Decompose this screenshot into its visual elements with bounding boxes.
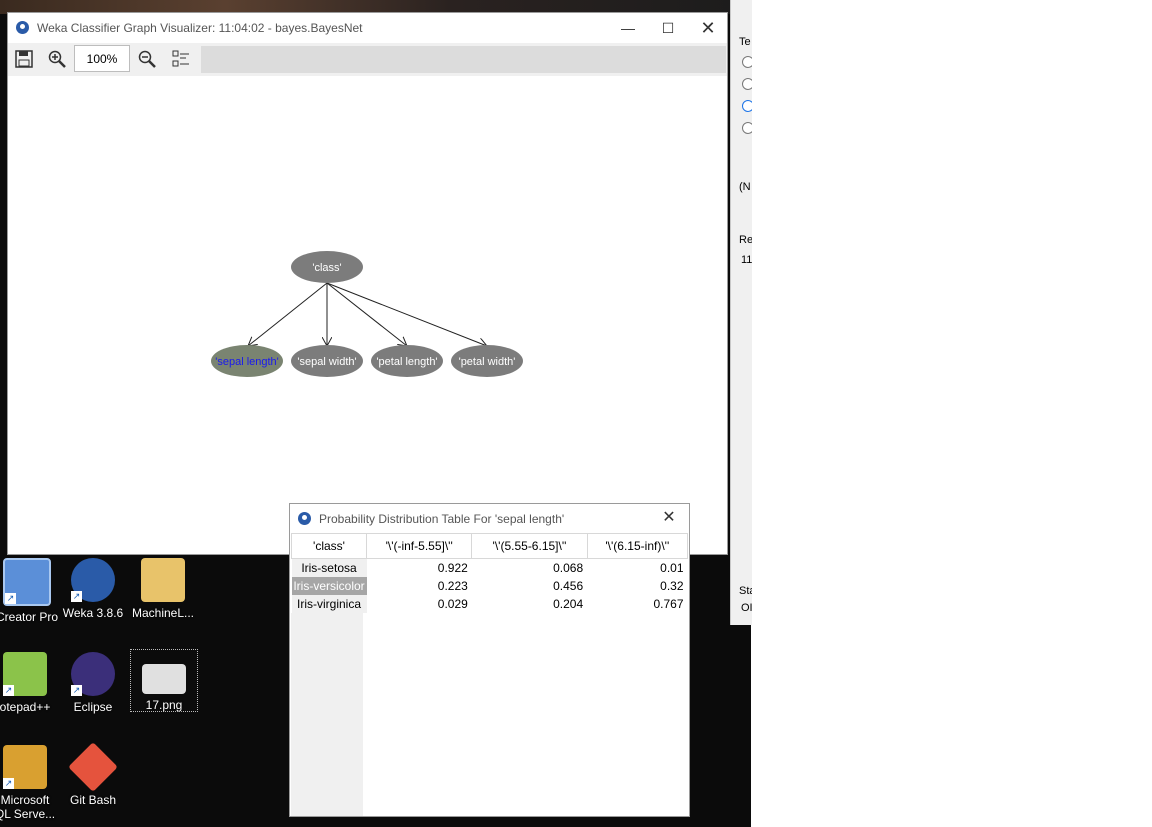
- title-bar[interactable]: Probability Distribution Table For 'sepa…: [290, 504, 689, 532]
- back-window-text: Te: [739, 36, 751, 48]
- icon-label: 17.png: [145, 698, 183, 712]
- table-cell: 0.01: [660, 561, 684, 575]
- row-label: Iris-setosa: [291, 558, 367, 577]
- table-cell: 0.32: [660, 579, 684, 593]
- weka-app-icon: [16, 21, 29, 34]
- node-class-label: 'class': [312, 262, 341, 274]
- column-header[interactable]: '\'(6.15-inf)\'': [586, 533, 689, 559]
- creator-pro-shortcut[interactable]: ↗ Creator Pro: [0, 558, 60, 624]
- git-bash-icon: [68, 742, 118, 792]
- zoom-out-icon[interactable]: [135, 47, 159, 71]
- column-header[interactable]: '\'(5.55-6.15]\'': [471, 533, 588, 559]
- edge-class-petal-width: [326, 282, 487, 346]
- edge-class-sepal-length: [248, 282, 328, 346]
- probability-table: 'class' '\'(-inf-5.55]\'' '\'(5.55-6.15]…: [291, 533, 689, 613]
- title-bar[interactable]: Weka Classifier Graph Visualizer: 11:04:…: [8, 13, 727, 43]
- node-class[interactable]: 'class': [291, 251, 363, 283]
- jc-app-icon: ↗: [3, 558, 51, 606]
- table-row[interactable]: Iris-virginica 0.029 0.204 0.767: [291, 595, 688, 613]
- close-button[interactable]: ✕: [649, 504, 689, 532]
- edge-class-petal-length: [326, 282, 407, 346]
- weka-bird-icon: ↗: [71, 558, 115, 602]
- image-thumbnail-icon: [142, 664, 186, 694]
- icon-label: Creator Pro: [0, 610, 59, 624]
- zoom-in-icon[interactable]: [45, 47, 69, 71]
- table-row[interactable]: Iris-versicolor 0.223 0.456 0.32: [291, 577, 688, 595]
- git-bash-shortcut[interactable]: Git Bash: [60, 742, 126, 807]
- back-window-text: OI: [741, 602, 752, 614]
- toolbar-spacer: [201, 46, 726, 73]
- window-title: Probability Distribution Table For 'sepa…: [319, 512, 565, 526]
- radio-button[interactable]: [742, 78, 752, 90]
- row-header-column: [291, 613, 363, 816]
- table-cell: 0.204: [553, 597, 584, 611]
- radio-button[interactable]: [742, 122, 752, 134]
- table-cell: 0.068: [553, 561, 584, 575]
- eclipse-icon: ↗: [71, 652, 115, 696]
- icon-label: Eclipse: [73, 700, 113, 714]
- window-title: Weka Classifier Graph Visualizer: 11:04:…: [37, 21, 363, 35]
- table-cell: 0.922: [437, 561, 468, 575]
- table-cell: 0.029: [437, 597, 468, 611]
- notepadpp-shortcut[interactable]: ↗ otepad++: [0, 652, 58, 714]
- table-cell: 0.223: [437, 579, 468, 593]
- minimize-button[interactable]: —: [608, 13, 648, 43]
- background-window: Te (N Re 11 Sta OI: [730, 0, 752, 625]
- column-header[interactable]: '\'(-inf-5.55]\'': [365, 533, 473, 559]
- column-header[interactable]: 'class': [291, 533, 367, 559]
- icon-label: Microsoft: [0, 793, 50, 807]
- icon-label: MachineL...: [131, 606, 195, 620]
- table-row[interactable]: Iris-setosa 0.922 0.068 0.01: [291, 558, 688, 577]
- save-icon[interactable]: [12, 47, 36, 71]
- machinel-folder[interactable]: MachineL...: [130, 558, 196, 620]
- back-window-text: (N: [739, 181, 751, 193]
- table-cell: 0.767: [653, 597, 684, 611]
- eclipse-shortcut[interactable]: ↗ Eclipse: [60, 652, 126, 714]
- node-sepal-length[interactable]: 'sepal length': [211, 345, 283, 377]
- icon-label: Git Bash: [69, 793, 117, 807]
- notepad-plus-plus-icon: ↗: [3, 652, 47, 696]
- layout-options-icon[interactable]: [169, 47, 193, 71]
- sql-server-shortcut[interactable]: ↗ Microsoft QL Serve...: [0, 745, 58, 821]
- radio-button-selected[interactable]: [742, 100, 752, 112]
- back-window-text: Sta: [739, 585, 752, 597]
- close-button[interactable]: ✕: [688, 13, 728, 43]
- icon-label: Weka 3.8.6: [62, 606, 124, 620]
- png-file-icon[interactable]: 17.png: [130, 649, 198, 712]
- table-cell: 0.456: [553, 579, 584, 593]
- row-label: Iris-virginica: [291, 595, 367, 613]
- table-header-row: 'class' '\'(-inf-5.55]\'' '\'(5.55-6.15]…: [291, 533, 689, 559]
- node-sepal-width[interactable]: 'sepal width': [291, 345, 363, 377]
- row-label: Iris-versicolor: [291, 577, 367, 595]
- back-window-text: 11: [741, 254, 752, 266]
- sql-server-icon: ↗: [3, 745, 47, 789]
- weka-shortcut[interactable]: ↗ Weka 3.8.6: [60, 558, 126, 620]
- node-petal-length[interactable]: 'petal length': [371, 345, 443, 377]
- icon-label: QL Serve...: [0, 807, 56, 821]
- node-petal-length-label: 'petal length': [376, 356, 437, 368]
- radio-button[interactable]: [742, 56, 752, 68]
- node-petal-width-label: 'petal width': [459, 356, 516, 368]
- node-sepal-length-label: 'sepal length': [215, 356, 279, 368]
- toolbar: 100%: [8, 43, 727, 77]
- icon-label: otepad++: [0, 700, 51, 714]
- node-petal-width[interactable]: 'petal width': [451, 345, 523, 377]
- weka-app-icon: [298, 512, 311, 525]
- maximize-button[interactable]: ☐: [648, 13, 688, 43]
- folder-icon: [141, 558, 185, 602]
- probability-table-window: Probability Distribution Table For 'sepa…: [289, 503, 690, 817]
- graph-visualizer-window: Weka Classifier Graph Visualizer: 11:04:…: [7, 12, 728, 555]
- node-sepal-width-label: 'sepal width': [297, 356, 356, 368]
- back-window-text: Re: [739, 234, 752, 246]
- bayes-net-graph[interactable]: 'class' 'sepal length' 'sepal width' 'pe…: [8, 76, 727, 554]
- graph-canvas[interactable]: 'class' 'sepal length' 'sepal width' 'pe…: [8, 76, 727, 554]
- zoom-level-field[interactable]: 100%: [74, 45, 130, 72]
